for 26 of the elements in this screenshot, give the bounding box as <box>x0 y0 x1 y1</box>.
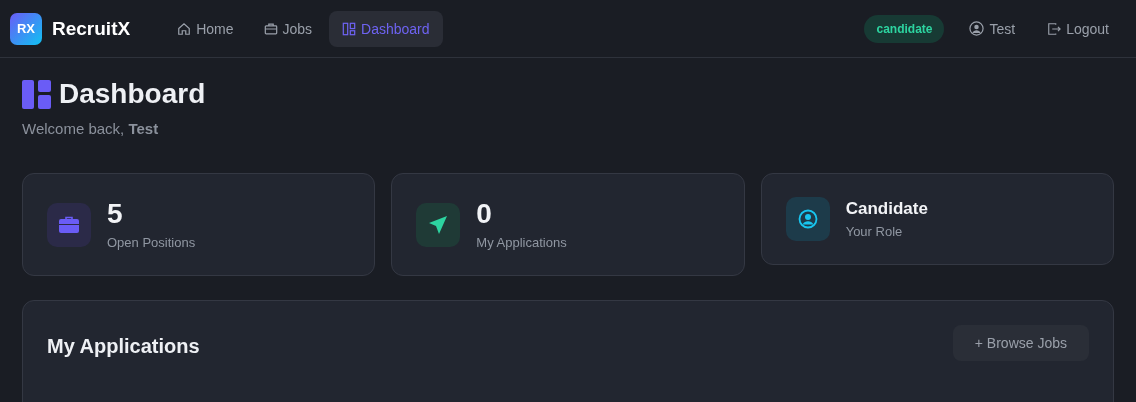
panel-title: My Applications <box>47 335 200 358</box>
logout-icon <box>1047 21 1062 36</box>
profile-link[interactable]: Test <box>956 10 1029 47</box>
paper-plane-icon <box>428 214 449 235</box>
briefcase-icon <box>263 21 278 36</box>
stat-label: Open Positions <box>107 234 196 250</box>
brand-name: RecruitX <box>52 17 131 40</box>
briefcase-icon <box>59 215 79 234</box>
role-badge: candidate <box>864 14 945 43</box>
nav-link[interactable]: Jobs <box>250 10 326 47</box>
user-icon <box>797 209 818 229</box>
stat-label: My Applications <box>476 234 567 250</box>
logo-badge: RX <box>10 12 42 45</box>
browse-jobs-button[interactable]: + Browse Jobs <box>952 325 1089 361</box>
page-title: Dashboard <box>59 78 206 110</box>
layout-icon <box>342 21 357 36</box>
home-icon <box>177 21 192 36</box>
nav-link[interactable]: Home <box>164 10 247 47</box>
dashboard-icon <box>22 79 51 109</box>
stat-value: 0 <box>476 199 493 230</box>
logout-link[interactable]: Logout <box>1034 10 1122 47</box>
stat-value: Candidate <box>845 199 928 219</box>
welcome-text: Welcome back, Test <box>22 120 160 137</box>
stat-label: Your Role <box>845 224 904 239</box>
stat-value: 5 <box>107 199 124 230</box>
user-icon <box>969 21 985 36</box>
